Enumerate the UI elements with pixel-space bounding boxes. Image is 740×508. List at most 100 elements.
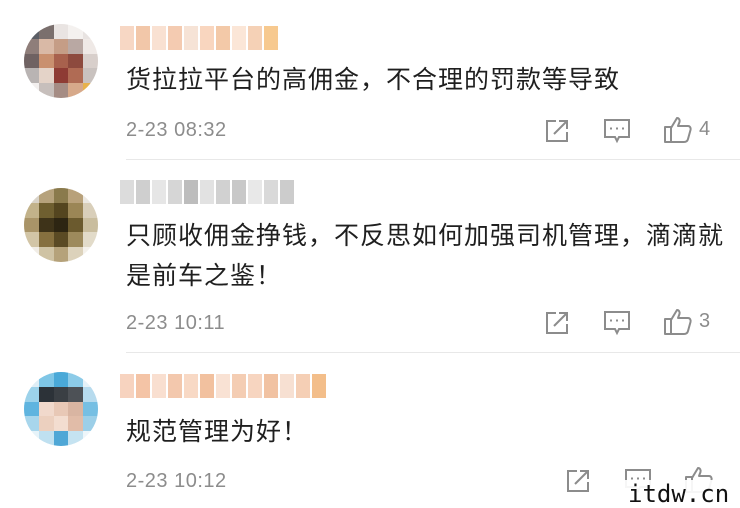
mosaic-cell xyxy=(83,24,98,39)
like-count: 3 xyxy=(699,309,711,332)
mosaic-cell xyxy=(83,416,98,432)
mosaic-cell xyxy=(83,372,98,387)
username-pixel xyxy=(200,180,214,204)
like-button[interactable]: 4 xyxy=(663,114,710,144)
mosaic-cell xyxy=(68,431,84,446)
mosaic-cell xyxy=(24,188,39,203)
mosaic-cell xyxy=(53,38,69,54)
mosaic-cell xyxy=(68,202,84,218)
username-pixel xyxy=(216,26,230,50)
username-pixel xyxy=(120,374,134,398)
comment-icon xyxy=(604,311,630,336)
repost-icon xyxy=(546,120,568,142)
watermark: itdw.cn xyxy=(624,480,740,508)
mosaic-cell xyxy=(83,38,98,54)
like-count: 4 xyxy=(699,117,711,140)
mosaic-cell xyxy=(24,401,39,417)
username-pixel xyxy=(264,374,278,398)
mosaic-cell xyxy=(38,38,54,54)
avatar[interactable] xyxy=(24,24,98,98)
mosaic-cell xyxy=(68,372,84,387)
mosaic-cell xyxy=(24,416,39,432)
comment-text: 规范管理为好！ xyxy=(126,417,309,446)
mosaic-cell xyxy=(83,217,98,233)
username-pixel xyxy=(136,374,150,398)
mosaic-cell xyxy=(53,232,69,248)
username-pixel xyxy=(248,26,262,50)
username-pixel xyxy=(136,180,150,204)
mosaic-cell xyxy=(24,68,39,84)
mosaic-cell xyxy=(83,83,98,98)
comment-time: 2-23 10:11 xyxy=(126,312,226,334)
comment-time: 2-23 08:32 xyxy=(126,119,227,141)
username-pixel xyxy=(168,180,182,204)
mosaic-cell xyxy=(24,38,39,54)
mosaic-cell xyxy=(38,247,54,262)
mosaic-cell xyxy=(68,386,84,402)
mosaic-cell xyxy=(38,232,54,248)
mosaic-cell xyxy=(38,24,54,39)
avatar[interactable] xyxy=(24,188,98,262)
repost-button[interactable] xyxy=(565,468,591,494)
mosaic-cell xyxy=(68,188,84,203)
mosaic-cell xyxy=(38,188,54,203)
mosaic-cell xyxy=(83,431,98,446)
comment-button[interactable] xyxy=(603,310,631,336)
username-pixel xyxy=(120,26,134,50)
mosaic-cell xyxy=(68,232,84,248)
username-pixel xyxy=(264,26,278,50)
username-pixel xyxy=(232,180,246,204)
mosaic-cell xyxy=(68,24,84,39)
username-pixel xyxy=(280,374,294,398)
mosaic-cell xyxy=(38,401,54,417)
mosaic-cell xyxy=(68,53,84,69)
mosaic-cell xyxy=(38,431,54,446)
mosaic-cell xyxy=(53,53,69,69)
mosaic-cell xyxy=(53,247,69,262)
mosaic-cell xyxy=(38,217,54,233)
mosaic-cell xyxy=(53,431,69,446)
mosaic-cell xyxy=(24,202,39,218)
mosaic-cell xyxy=(38,372,54,387)
comment-icon xyxy=(604,119,630,144)
username-pixel xyxy=(152,374,166,398)
mosaic-cell xyxy=(38,68,54,84)
comment-button[interactable] xyxy=(603,118,631,144)
mosaic-cell xyxy=(83,188,98,203)
username[interactable] xyxy=(120,180,294,204)
mosaic-cell xyxy=(53,401,69,417)
username[interactable] xyxy=(120,26,278,50)
username-pixel xyxy=(184,180,198,204)
mosaic-cell xyxy=(24,431,39,446)
mosaic-cell xyxy=(53,202,69,218)
username-pixel xyxy=(216,374,230,398)
avatar-mosaic xyxy=(24,24,98,98)
username-pixel xyxy=(200,374,214,398)
repost-button[interactable] xyxy=(544,310,570,336)
username-pixel xyxy=(248,180,262,204)
avatar-mosaic xyxy=(24,188,98,262)
mosaic-cell xyxy=(83,232,98,248)
mosaic-cell xyxy=(38,83,54,98)
mosaic-cell xyxy=(68,416,84,432)
username-pixel xyxy=(136,26,150,50)
comment-item: 只顾收佣金挣钱，不反思如何加强司机管理，滴滴就是前车之鉴！ 2-23 10:11… xyxy=(0,160,740,353)
mosaic-cell xyxy=(83,401,98,417)
username-pixel xyxy=(152,26,166,50)
username-pixel xyxy=(248,374,262,398)
mosaic-cell xyxy=(24,232,39,248)
mosaic-cell xyxy=(53,217,69,233)
mosaic-cell xyxy=(24,386,39,402)
username-pixel xyxy=(168,374,182,398)
repost-icon xyxy=(567,470,589,492)
username-pixel xyxy=(232,26,246,50)
mosaic-cell xyxy=(83,53,98,69)
like-button[interactable]: 3 xyxy=(663,306,710,336)
repost-button[interactable] xyxy=(544,118,570,144)
username[interactable] xyxy=(120,374,326,398)
avatar[interactable] xyxy=(24,372,98,446)
username-pixel xyxy=(280,180,294,204)
username-pixel xyxy=(120,180,134,204)
mosaic-cell xyxy=(53,83,69,98)
username-pixel xyxy=(232,374,246,398)
